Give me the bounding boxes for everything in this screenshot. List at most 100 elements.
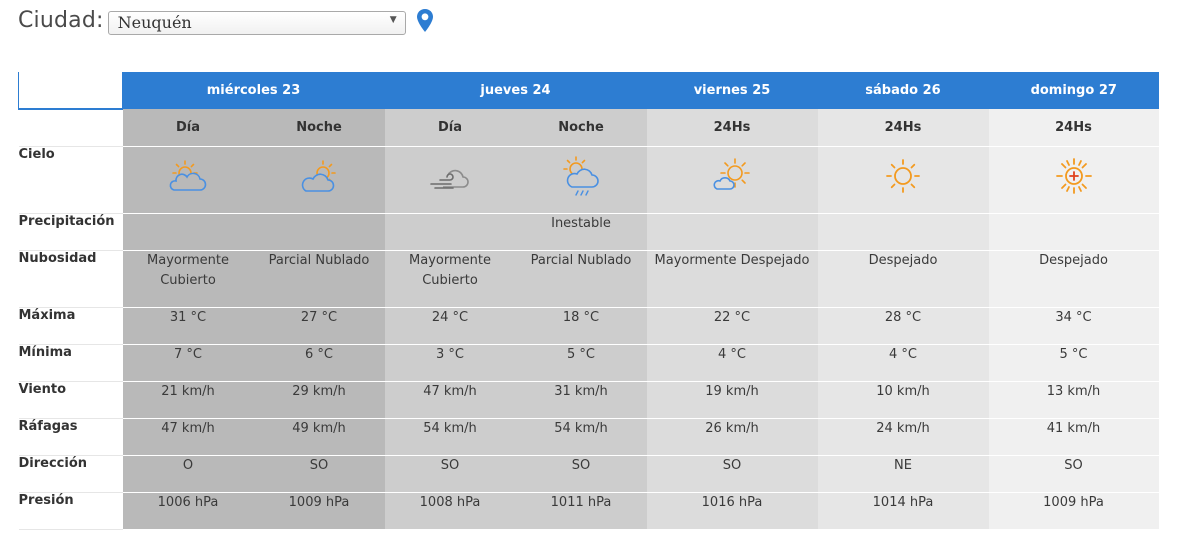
partly-cloudy-day-icon — [169, 159, 207, 191]
period-cell: Día — [384, 109, 516, 147]
min-temp-cell: 5 °C — [988, 344, 1159, 382]
cloudiness-cell: Mayormente Despejado — [646, 250, 818, 308]
period-cell: Día — [122, 109, 254, 147]
wind-cell: 10 km/h — [817, 381, 989, 419]
pressure-cell: 1011 hPa — [515, 492, 647, 530]
max-temp-cell: 27 °C — [253, 307, 385, 345]
row-label-pressure: Presión — [18, 492, 123, 530]
pressure-cell: 1008 hPa — [384, 492, 516, 530]
min-temp-cell: 6 °C — [253, 344, 385, 382]
city-label: Ciudad: — [18, 7, 104, 33]
row-label-max: Máxima — [18, 307, 123, 345]
rain-showers-icon — [563, 155, 599, 196]
max-temp-cell: 31 °C — [122, 307, 254, 345]
pressure-cell: 1009 hPa — [253, 492, 385, 530]
sky-cell — [253, 146, 385, 214]
map-pin-icon[interactable] — [416, 8, 434, 34]
direction-cell: SO — [646, 455, 818, 493]
day-header: sábado 26 — [817, 72, 989, 109]
period-cell: 24Hs — [988, 109, 1159, 147]
row-label-direction: Dirección — [18, 455, 123, 493]
row-label-sky: Cielo — [18, 146, 123, 214]
min-temp-cell: 7 °C — [122, 344, 254, 382]
day-header: miércoles 23 — [122, 72, 385, 109]
gust-cell: 54 km/h — [515, 418, 647, 456]
wind-cell: 47 km/h — [384, 381, 516, 419]
sky-cell — [646, 146, 818, 214]
cloudiness-cell: Despejado — [817, 250, 989, 308]
row-label-precipitation: Precipitación — [18, 213, 123, 251]
precip-cell — [646, 213, 818, 251]
wind-cell: 21 km/h — [122, 381, 254, 419]
precip-cell — [384, 213, 516, 251]
chevron-down-icon: ▼ — [389, 14, 397, 25]
periods-row: Día Noche Día Noche 24Hs 24Hs 24Hs — [18, 109, 1159, 147]
row-label-empty — [18, 109, 123, 147]
gust-cell: 41 km/h — [988, 418, 1159, 456]
period-cell: 24Hs — [646, 109, 818, 147]
city-selector-bar: Ciudad: Neuquén ▼ — [18, 4, 434, 36]
sunny-icon — [886, 158, 920, 193]
max-temp-cell: 24 °C — [384, 307, 516, 345]
sky-cell — [988, 146, 1159, 214]
wind-cell: 13 km/h — [988, 381, 1159, 419]
cloudiness-cell: Mayormente Cubierto — [122, 250, 254, 308]
table-row-min: Mínima 7 °C 6 °C 3 °C 5 °C 4 °C 4 °C 5 °… — [18, 344, 1159, 382]
day-header: viernes 25 — [646, 72, 818, 109]
period-cell: 24Hs — [817, 109, 989, 147]
precip-cell — [817, 213, 989, 251]
direction-cell: O — [122, 455, 254, 493]
pressure-cell: 1016 hPa — [646, 492, 818, 530]
sky-cell — [515, 146, 647, 214]
period-cell: Noche — [515, 109, 647, 147]
table-row-precipitation: Precipitación Inestable — [18, 213, 1159, 251]
precip-cell — [253, 213, 385, 251]
cloudiness-cell: Despejado — [988, 250, 1159, 308]
row-label-gusts: Ráfagas — [18, 418, 123, 456]
header-corner — [18, 72, 123, 110]
max-temp-cell: 18 °C — [515, 307, 647, 345]
gust-cell: 49 km/h — [253, 418, 385, 456]
days-header-row: miércoles 23 jueves 24 viernes 25 sábado… — [18, 72, 1159, 110]
direction-cell: SO — [384, 455, 516, 493]
cloudiness-cell: Parcial Nublado — [515, 250, 647, 308]
table-row-direction: Dirección O SO SO SO SO NE SO — [18, 455, 1159, 493]
gust-cell: 26 km/h — [646, 418, 818, 456]
direction-cell: SO — [253, 455, 385, 493]
gust-cell: 47 km/h — [122, 418, 254, 456]
wind-cell: 29 km/h — [253, 381, 385, 419]
table-row-pressure: Presión 1006 hPa 1009 hPa 1008 hPa 1011 … — [18, 492, 1159, 530]
forecast-table: miércoles 23 jueves 24 viernes 25 sábado… — [18, 72, 1159, 530]
period-cell: Noche — [253, 109, 385, 147]
max-temp-cell: 34 °C — [988, 307, 1159, 345]
cloudiness-cell: Mayormente Cubierto — [384, 250, 516, 308]
table-row-sky: Cielo — [18, 146, 1159, 214]
min-temp-cell: 4 °C — [817, 344, 989, 382]
table-row-cloudiness: Nubosidad Mayormente Cubierto Parcial Nu… — [18, 250, 1159, 308]
table-row-gusts: Ráfagas 47 km/h 49 km/h 54 km/h 54 km/h … — [18, 418, 1159, 456]
max-temp-cell: 22 °C — [646, 307, 818, 345]
max-temp-cell: 28 °C — [817, 307, 989, 345]
row-label-min: Mínima — [18, 344, 123, 382]
min-temp-cell: 5 °C — [515, 344, 647, 382]
hot-sunny-icon — [1055, 157, 1092, 194]
cloudiness-cell: Parcial Nublado — [253, 250, 385, 308]
city-select[interactable]: Neuquén ▼ — [107, 10, 406, 35]
precip-cell — [122, 213, 254, 251]
partly-cloudy-night-icon — [301, 159, 336, 192]
pressure-cell: 1009 hPa — [988, 492, 1159, 530]
precip-cell: Inestable — [515, 213, 647, 251]
pressure-cell: 1014 hPa — [817, 492, 989, 530]
precip-cell — [988, 213, 1159, 251]
gust-cell: 24 km/h — [817, 418, 989, 456]
day-header: domingo 27 — [988, 72, 1159, 109]
pressure-cell: 1006 hPa — [122, 492, 254, 530]
sky-cell — [384, 146, 516, 214]
wind-cell: 31 km/h — [515, 381, 647, 419]
min-temp-cell: 3 °C — [384, 344, 516, 382]
table-row-wind: Viento 21 km/h 29 km/h 47 km/h 31 km/h 1… — [18, 381, 1159, 419]
city-select-value: Neuquén — [117, 12, 192, 32]
gust-cell: 54 km/h — [384, 418, 516, 456]
row-label-cloudiness: Nubosidad — [18, 250, 123, 308]
mostly-sunny-icon — [713, 157, 750, 190]
